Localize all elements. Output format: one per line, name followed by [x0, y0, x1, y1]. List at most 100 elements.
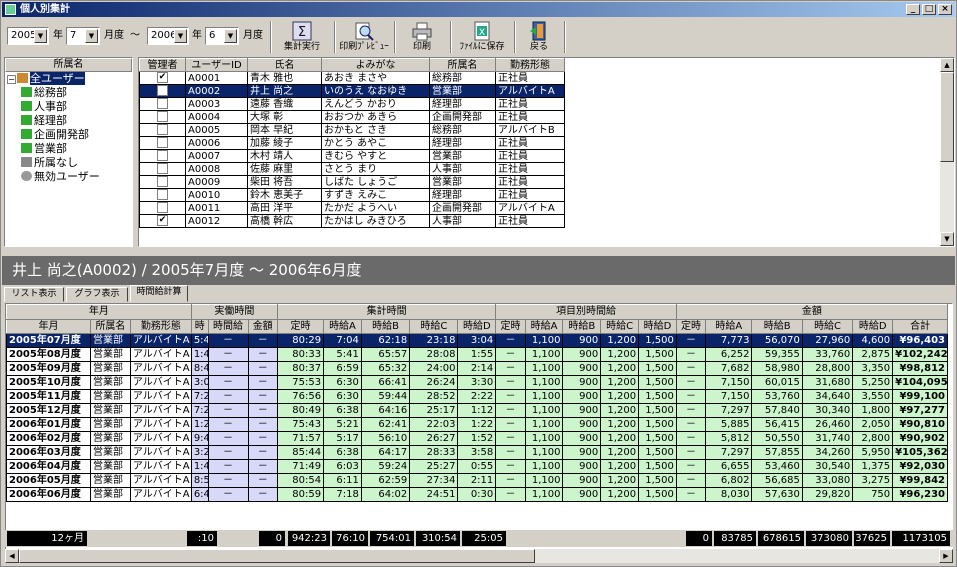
detail-col-header[interactable]: 時給D: [638, 319, 677, 334]
admin-checkbox[interactable]: [157, 137, 168, 149]
col-kana[interactable]: よみがな: [321, 58, 430, 72]
col-admin[interactable]: 管理者: [139, 58, 186, 72]
detail-row[interactable]: 2005年08月度営業部アルバイトA1:41－－80:335:4165:5728…: [6, 347, 948, 362]
detail-row[interactable]: 2006年06月度営業部アルバイトA6:41－－80:597:1864:0224…: [6, 487, 948, 502]
admin-checkbox[interactable]: ✔: [157, 72, 168, 84]
detail-col-header[interactable]: 定時: [495, 319, 526, 334]
scroll-left-button[interactable]: ◀: [5, 549, 19, 563]
user-row[interactable]: ✔ A0001 青木 雅也 あおき まさや 総務部 正社員: [139, 71, 565, 85]
to-month-select[interactable]: 6 ▼: [205, 27, 239, 45]
detail-col-header[interactable]: 時給B: [751, 319, 803, 334]
tree-node-kikaku[interactable]: 企画開発部: [5, 128, 132, 142]
col-user-id[interactable]: ユーザーID: [185, 58, 248, 72]
print-preview-button[interactable]: 印刷ﾌﾟﾚﾋﾞｭｰ: [336, 19, 392, 56]
detail-row[interactable]: 2005年09月度営業部アルバイトA8:45－－80:376:5965:3224…: [6, 361, 948, 376]
detail-row[interactable]: 2005年12月度営業部アルバイトA7:23－－80:496:3864:1625…: [6, 403, 948, 418]
detail-row[interactable]: 2006年02月度営業部アルバイトA9:46－－71:575:1756:1026…: [6, 431, 948, 446]
detail-row[interactable]: 2006年05月度営業部アルバイトA8:55－－80:546:1162:5927…: [6, 473, 948, 488]
user-row[interactable]: A0005 岡本 早紀 おかもと さき 総務部 アルバイトB: [139, 123, 565, 137]
detail-col-header[interactable]: 時間給: [207, 319, 249, 334]
scroll-thumb[interactable]: [19, 549, 535, 563]
tree-node-all-users[interactable]: − 全ユーザー: [5, 72, 132, 86]
tree-node-eigyo[interactable]: 営業部: [5, 142, 132, 156]
detail-col-header[interactable]: 定時: [675, 319, 707, 334]
detail-row[interactable]: 2006年03月度営業部アルバイトA3:26－－85:446:3864:1728…: [6, 445, 948, 460]
user-row[interactable]: A0006 加藤 綾子 かとう あやこ 経理部 正社員: [139, 136, 565, 150]
tree-node-soumu[interactable]: 総務部: [5, 86, 132, 100]
tree-node-jinji[interactable]: 人事部: [5, 100, 132, 114]
tree-node-invalid[interactable]: 無効ユーザー: [5, 170, 132, 184]
user-row[interactable]: A0002 井上 尚之 いのうえ なおゆき 営業部 アルバイトA: [139, 84, 565, 98]
save-file-button[interactable]: X ﾌｧｲﾙに保存: [452, 19, 512, 56]
detail-row[interactable]: 2005年11月度営業部アルバイトA7:28－－76:566:3059:4428…: [6, 389, 948, 404]
detail-col-header[interactable]: 時給A: [705, 319, 753, 334]
from-month-select[interactable]: 7 ▼: [66, 27, 100, 45]
user-row[interactable]: A0003 遠藤 香織 えんどう かおり 経理部 正社員: [139, 97, 565, 111]
detail-col-header[interactable]: 定時: [276, 319, 325, 334]
detail-row[interactable]: 2006年01月度営業部アルバイトA1:27－－75:435:2162:4122…: [6, 417, 948, 432]
col-work-type[interactable]: 勤務形態: [495, 58, 565, 72]
detail-col-header[interactable]: 金額: [247, 319, 278, 334]
user-row[interactable]: A0010 鈴木 恵美子 すずき えみこ 経理部 正社員: [139, 188, 565, 202]
admin-checkbox[interactable]: [157, 98, 168, 110]
user-row[interactable]: A0008 佐藤 麻里 さとう まり 人事部 正社員: [139, 162, 565, 176]
detail-col-header[interactable]: 時給A: [524, 319, 564, 334]
detail-row[interactable]: 2006年04月度営業部アルバイトA1:49－－71:496:0359:2425…: [6, 459, 948, 474]
admin-checkbox[interactable]: ✔: [157, 215, 168, 227]
detail-col-header[interactable]: 時給B: [562, 319, 602, 334]
detail-col-header[interactable]: 時給C: [600, 319, 640, 334]
detail-col-header[interactable]: 時給B: [360, 319, 411, 334]
user-row[interactable]: A0004 大塚 彰おおつか あきら 企画開発部 正社員: [139, 110, 565, 124]
tree-node-none[interactable]: 所属なし: [5, 156, 132, 170]
tree-node-keiri[interactable]: 経理部: [5, 114, 132, 128]
user-row[interactable]: A0007 木村 靖人 きむら やすと 営業部 正社員: [139, 149, 565, 163]
admin-checkbox[interactable]: [157, 189, 168, 201]
back-button[interactable]: 戻る: [516, 19, 562, 56]
detail-col-header[interactable]: 所属名: [90, 319, 131, 334]
detail-col-header[interactable]: 時給C: [801, 319, 854, 334]
minimize-button[interactable]: _: [906, 4, 920, 15]
detail-row[interactable]: 2005年07月度営業部アルバイトA5:44－－80:297:0462:1823…: [6, 333, 948, 348]
user-row[interactable]: ✔ A0012 高橋 幹広 たかはし みきひろ 人事部 正社員: [139, 214, 565, 228]
detail-col-header[interactable]: 時給C: [409, 319, 459, 334]
scroll-thumb[interactable]: [940, 72, 954, 162]
admin-checkbox[interactable]: [157, 85, 168, 97]
run-aggregate-button[interactable]: Σ 集計実行: [272, 19, 332, 56]
admin-checkbox[interactable]: [157, 124, 168, 136]
col-name[interactable]: 氏名: [247, 58, 322, 72]
maximize-button[interactable]: □: [922, 4, 936, 15]
scroll-right-button[interactable]: ▶: [939, 549, 953, 563]
user-row[interactable]: A0009 柴田 将吾 しばた しょうご 営業部 正社員: [139, 175, 565, 189]
admin-checkbox[interactable]: [157, 150, 168, 162]
col-dept[interactable]: 所属名: [429, 58, 496, 72]
from-year-select[interactable]: 2005 ▼: [7, 27, 49, 45]
admin-checkbox[interactable]: [157, 163, 168, 175]
to-year-select[interactable]: 2006 ▼: [147, 27, 189, 45]
detail-col-header[interactable]: 時給D: [852, 319, 894, 334]
user-grid-scrollbar[interactable]: ▲ ▼: [940, 58, 954, 246]
scroll-down-button[interactable]: ▼: [940, 232, 954, 246]
print-button[interactable]: 印刷: [396, 19, 448, 56]
chevron-down-icon[interactable]: ▼: [34, 29, 47, 43]
tab-graph[interactable]: グラフ表示: [66, 287, 128, 302]
admin-checkbox[interactable]: [157, 202, 168, 214]
detail-col-header[interactable]: 合計: [892, 319, 948, 334]
detail-col-header[interactable]: 時: [190, 319, 209, 334]
scroll-up-button[interactable]: ▲: [940, 58, 954, 72]
detail-col-header[interactable]: 勤務形態: [129, 319, 192, 334]
tab-list[interactable]: リスト表示: [4, 287, 64, 302]
user-row[interactable]: A0011 高田 洋平 たかだ ようへい 企画開発部 アルバイトA: [139, 201, 565, 215]
detail-row[interactable]: 2005年10月度営業部アルバイトA3:05－－75:536:3066:4126…: [6, 375, 948, 390]
tab-hourly-calc[interactable]: 時間給計算: [130, 285, 188, 302]
detail-col-header[interactable]: 時給A: [323, 319, 362, 334]
chevron-down-icon[interactable]: ▼: [85, 29, 98, 43]
detail-horizontal-scrollbar[interactable]: ◀ ▶: [5, 549, 953, 563]
collapse-icon[interactable]: −: [7, 75, 16, 84]
admin-checkbox[interactable]: [157, 111, 168, 123]
chevron-down-icon[interactable]: ▼: [224, 29, 237, 43]
admin-checkbox[interactable]: [157, 176, 168, 188]
detail-col-header[interactable]: 時給D: [457, 319, 497, 334]
close-button[interactable]: ×: [938, 4, 952, 15]
detail-col-header[interactable]: 年月: [6, 319, 91, 334]
chevron-down-icon[interactable]: ▼: [174, 29, 187, 43]
